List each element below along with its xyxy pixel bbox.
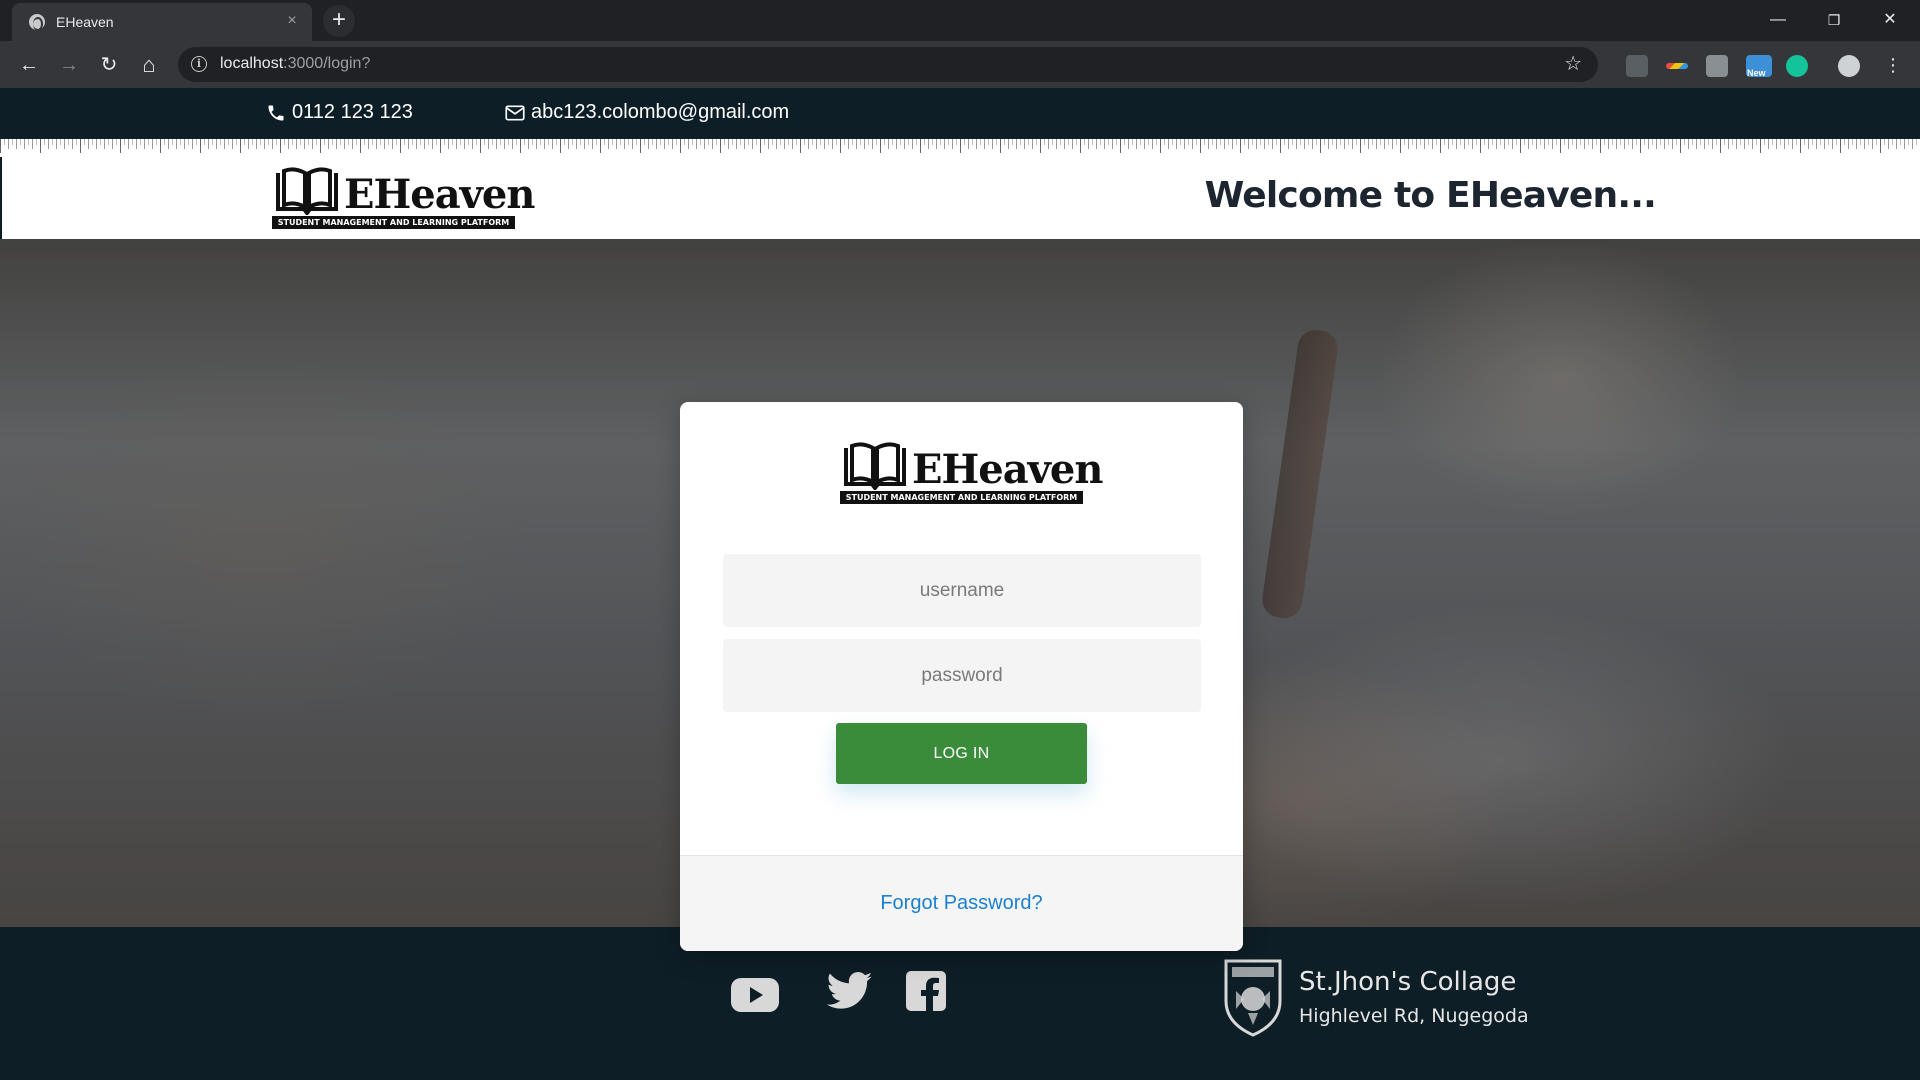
globe-favicon-icon bbox=[29, 14, 45, 31]
youtube-icon[interactable] bbox=[730, 977, 780, 1013]
reload-button[interactable]: ↻ bbox=[94, 50, 124, 80]
grammarly-extension-icon[interactable] bbox=[1786, 55, 1808, 77]
logo-tagline: STUDENT MANAGEMENT AND LEARNING PLATFORM bbox=[840, 491, 1083, 504]
browser-menu-icon[interactable]: ⋮ bbox=[1878, 50, 1908, 80]
facebook-icon[interactable] bbox=[906, 971, 946, 1011]
new-badge-extension-icon[interactable]: New bbox=[1746, 55, 1772, 78]
envelope-icon bbox=[505, 105, 525, 120]
logo-wordmark: EHeaven bbox=[344, 171, 535, 218]
welcome-heading: Welcome to EHeaven... bbox=[1204, 175, 1657, 216]
close-window-button[interactable]: ✕ bbox=[1868, 6, 1912, 34]
phone-number: 0112 123 123 bbox=[292, 101, 413, 123]
contact-phone: 0112 123 123 bbox=[266, 101, 413, 124]
phone-icon bbox=[268, 105, 284, 120]
minimize-button[interactable]: — bbox=[1756, 6, 1800, 34]
contact-bar: 0112 123 123 abc123.colombo@gmail.com bbox=[0, 88, 1920, 139]
school-crest-icon bbox=[1224, 959, 1282, 1037]
username-input[interactable] bbox=[723, 554, 1201, 627]
new-tab-button[interactable]: + bbox=[323, 5, 355, 37]
logo-wordmark: EHeaven bbox=[912, 446, 1103, 493]
new-badge-label: New bbox=[1747, 68, 1766, 78]
bookmark-star-icon[interactable]: ☆ bbox=[1564, 51, 1582, 76]
url-host: localhost bbox=[220, 55, 284, 72]
ruler-divider bbox=[0, 139, 1920, 157]
close-tab-icon[interactable]: × bbox=[282, 12, 302, 30]
forward-button[interactable]: → bbox=[54, 50, 84, 80]
color-picker-extension-icon[interactable] bbox=[1666, 63, 1688, 69]
login-card-body: EHeaven STUDENT MANAGEMENT AND LEARNING … bbox=[680, 402, 1243, 855]
browser-toolbar: ← → ↻ ⌂ i localhost:3000/login? ☆ New ⋮ bbox=[0, 41, 1920, 88]
url-path: :3000/login? bbox=[283, 55, 371, 72]
login-logo: EHeaven STUDENT MANAGEMENT AND LEARNING … bbox=[840, 440, 1103, 506]
selenium-ide-extension-icon[interactable] bbox=[1626, 55, 1648, 77]
login-button[interactable]: LOG IN bbox=[836, 723, 1087, 784]
back-button[interactable]: ← bbox=[14, 50, 44, 80]
open-book-icon bbox=[844, 442, 906, 490]
login-card: EHeaven STUDENT MANAGEMENT AND LEARNING … bbox=[680, 402, 1243, 951]
browser-tab[interactable]: EHeaven × bbox=[12, 3, 312, 41]
school-address: Highlevel Rd, Nugegoda bbox=[1299, 1005, 1529, 1027]
site-info-icon[interactable]: i bbox=[191, 56, 207, 72]
logo-tagline: STUDENT MANAGEMENT AND LEARNING PLATFORM bbox=[272, 216, 515, 229]
twitter-icon[interactable] bbox=[827, 971, 873, 1011]
email-address: abc123.colombo@gmail.com bbox=[531, 101, 790, 123]
password-input[interactable] bbox=[723, 639, 1201, 712]
contact-email: abc123.colombo@gmail.com bbox=[505, 101, 789, 124]
tab-title: EHeaven bbox=[56, 14, 114, 30]
brand-header: EHeaven STUDENT MANAGEMENT AND LEARNING … bbox=[0, 157, 1920, 239]
browser-tab-bar: EHeaven × + — ❐ ✕ bbox=[0, 0, 1920, 41]
url-text[interactable]: localhost:3000/login? bbox=[220, 55, 370, 73]
address-bar[interactable]: i localhost:3000/login? ☆ bbox=[178, 47, 1598, 82]
open-book-icon bbox=[276, 167, 338, 215]
restore-button[interactable]: ❐ bbox=[1812, 6, 1856, 34]
page: 0112 123 123 abc123.colombo@gmail.com EH… bbox=[0, 88, 1920, 1080]
login-card-footer: Forgot Password? bbox=[680, 855, 1243, 951]
home-button[interactable]: ⌂ bbox=[134, 50, 164, 80]
forgot-password-link[interactable]: Forgot Password? bbox=[880, 892, 1042, 915]
header-logo[interactable]: EHeaven STUDENT MANAGEMENT AND LEARNING … bbox=[272, 165, 535, 231]
globe-extension-icon[interactable] bbox=[1838, 55, 1860, 77]
school-name: St.Jhon's Collage bbox=[1299, 967, 1517, 997]
clipboard-extension-icon[interactable] bbox=[1706, 55, 1728, 77]
